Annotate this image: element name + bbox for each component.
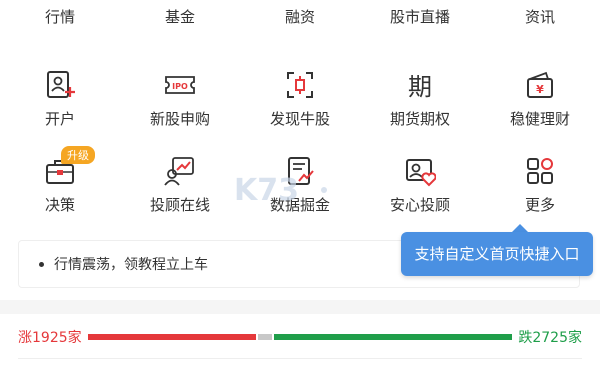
- bullet-dot: [39, 261, 44, 267]
- ipo-ticket-icon: IPO: [163, 68, 197, 102]
- tab-news[interactable]: 资讯: [480, 0, 600, 36]
- upgrade-badge: 升级: [61, 146, 95, 164]
- shortcut-discover-stock[interactable]: 发现牛股: [240, 62, 360, 148]
- advancers-bar: [87, 334, 256, 340]
- toolbox-icon: 升级: [43, 146, 95, 188]
- unchanged-bar: [258, 334, 272, 340]
- divider: [18, 358, 582, 359]
- shortcut-row-1: 开户 IPO 新股申购 发现牛股 期 期货期权 ¥ 稳健理财: [0, 62, 600, 148]
- shortcut-wealth[interactable]: ¥ 稳健理财: [480, 62, 600, 148]
- stock-discover-icon: [283, 68, 317, 102]
- breadth-bar: [87, 334, 513, 340]
- decliners-bar: [274, 334, 513, 340]
- market-breadth[interactable]: 涨1925家 跌2725家: [0, 322, 600, 352]
- tab-live[interactable]: 股市直播: [360, 0, 480, 36]
- tooltip-arrow: [512, 224, 528, 232]
- tab-fund[interactable]: 基金: [120, 0, 240, 36]
- shortcut-open-account[interactable]: 开户: [0, 62, 120, 148]
- more-grid-icon: [523, 154, 557, 188]
- shortcut-label: 开户: [44, 110, 75, 128]
- advisor-chart-icon: [163, 154, 197, 188]
- watermark-logo: K73: [234, 173, 327, 208]
- shortcut-advisor-online[interactable]: 投顾在线: [120, 148, 240, 234]
- svg-text:¥: ¥: [536, 83, 544, 96]
- shortcut-ipo[interactable]: IPO 新股申购: [120, 62, 240, 148]
- tab-market[interactable]: 行情: [0, 0, 120, 36]
- shortcut-label: 稳健理财: [509, 110, 570, 128]
- shortcut-decision[interactable]: 升级 决策: [0, 146, 120, 234]
- shortcut-label: 投顾在线: [149, 196, 210, 214]
- shortcut-label: 新股申购: [149, 110, 210, 128]
- tab-financing[interactable]: 融资: [240, 0, 360, 36]
- wallet-icon: ¥: [523, 68, 557, 102]
- shortcut-label: 更多: [524, 196, 555, 214]
- svg-text:期: 期: [408, 73, 432, 101]
- notice-text: 行情震荡，领教程立上车: [54, 257, 208, 273]
- shortcut-futures[interactable]: 期 期货期权: [360, 62, 480, 148]
- section-separator: [0, 300, 600, 314]
- shortcut-label: 发现牛股: [269, 110, 330, 128]
- advisor-heart-icon: [403, 154, 437, 188]
- shortcut-more[interactable]: 更多: [480, 148, 600, 234]
- shortcut-label: 决策: [44, 196, 75, 214]
- svg-text:K73: K73: [234, 173, 299, 208]
- shortcut-label: 安心投顾: [389, 196, 450, 214]
- customize-tooltip[interactable]: 支持自定义首页快捷入口: [401, 232, 593, 276]
- top-tab-bar: 行情 基金 融资 股市直播 资讯: [0, 0, 600, 36]
- advancers-label: 涨1925家: [18, 330, 82, 346]
- svg-text:IPO: IPO: [172, 82, 188, 91]
- decliners-label: 跌2725家: [518, 330, 582, 346]
- futures-icon: 期: [403, 68, 437, 102]
- shortcut-label: 期货期权: [389, 110, 450, 128]
- open-account-icon: [43, 68, 77, 102]
- shortcut-safe-advisor[interactable]: 安心投顾: [360, 148, 480, 234]
